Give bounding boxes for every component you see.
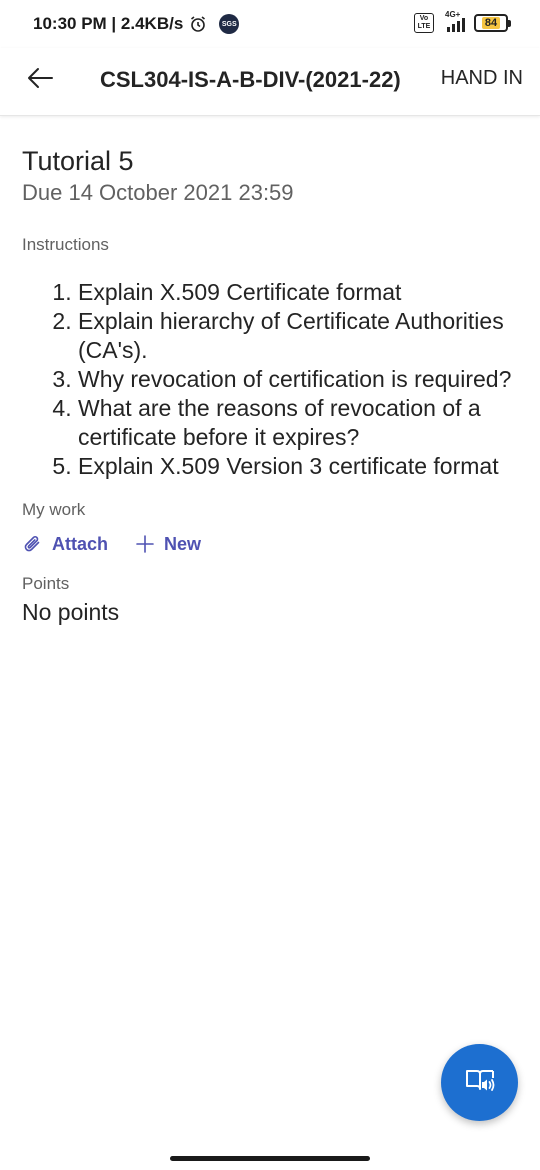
arrow-left-icon	[26, 66, 54, 95]
attach-button[interactable]: Attach	[22, 533, 108, 555]
instruction-item: Explain hierarchy of Certificate Authori…	[78, 307, 512, 365]
hand-in-button[interactable]: HAND IN	[441, 67, 523, 90]
app-bar: CSL304-IS-A-B-DIV-(2021-22) HAND IN	[0, 48, 540, 116]
due-date: Due 14 October 2021 23:59	[22, 180, 294, 205]
battery-level: 84	[481, 17, 501, 29]
class-title: CSL304-IS-A-B-DIV-(2021-22)	[100, 67, 401, 92]
attach-label: Attach	[52, 533, 109, 554]
volte-icon: Vo LTE	[414, 13, 434, 33]
new-label: New	[164, 533, 202, 554]
volte-top-label: Vo	[419, 15, 429, 22]
instruction-item: Explain X.509 Version 3 certificate form…	[78, 452, 512, 481]
assignment-details: Tutorial 5 Due 14 October 2021 23:59 Ins…	[22, 144, 512, 627]
alarm-icon	[189, 15, 207, 33]
status-bar: 10:30 PM | 2.4KB/s SGS Vo LTE 4G+ 84	[0, 0, 540, 48]
instruction-item: What are the reasons of revocation of a …	[78, 394, 512, 452]
instruction-item: Why revocation of certification is requi…	[78, 365, 512, 394]
status-left: 10:30 PM | 2.4KB/s SGS	[33, 14, 240, 34]
immersive-reader-button[interactable]	[441, 1044, 518, 1121]
status-time-speed: 10:30 PM | 2.4KB/s	[33, 14, 184, 33]
signal-icon: 4G+	[439, 10, 469, 34]
assignment-title: Tutorial 5	[22, 146, 134, 176]
plus-icon	[134, 533, 156, 555]
battery-tip	[508, 20, 511, 27]
points-label: Points	[22, 574, 70, 593]
my-work-label: My work	[22, 500, 86, 519]
sgs-app-icon: SGS	[219, 14, 240, 34]
paperclip-icon	[22, 533, 44, 555]
new-button[interactable]: New	[134, 533, 201, 555]
home-indicator[interactable]	[170, 1156, 370, 1161]
instruction-item: Explain X.509 Certificate format	[78, 278, 512, 307]
instructions-label: Instructions	[22, 235, 109, 254]
back-button[interactable]	[24, 64, 56, 96]
points-value: No points	[22, 599, 120, 625]
volte-bottom-label: LTE	[417, 23, 431, 30]
status-right: Vo LTE 4G+ 84	[414, 10, 511, 34]
my-work-actions: Attach New	[22, 533, 512, 555]
immersive-reader-icon	[464, 1065, 496, 1100]
instructions-list: Explain X.509 Certificate format Explain…	[22, 278, 512, 481]
battery-icon: 84	[474, 14, 511, 32]
